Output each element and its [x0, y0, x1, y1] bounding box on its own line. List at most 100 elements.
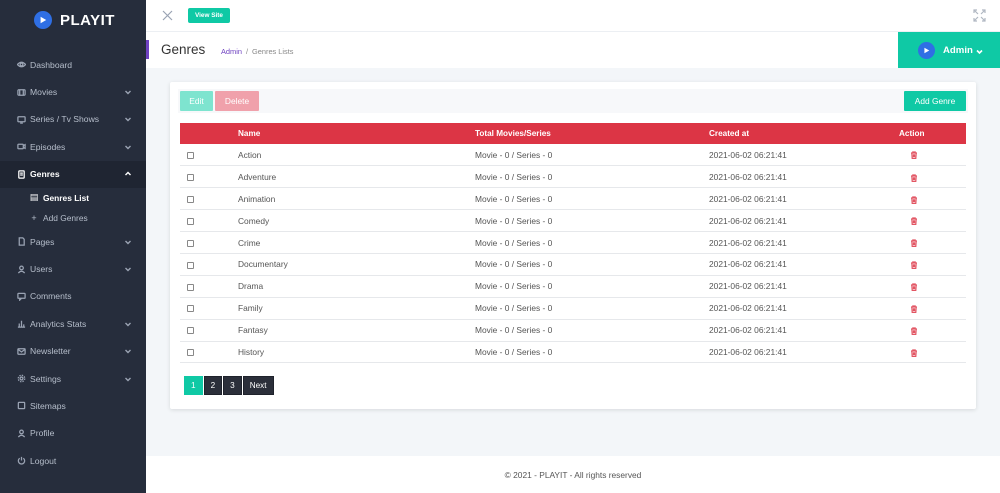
power-icon [16, 456, 26, 466]
genre-total: Movie - 0 / Series - 0 [475, 275, 709, 298]
page-2-button[interactable]: 2 [203, 376, 223, 395]
row-checkbox[interactable] [187, 151, 194, 159]
header-created-at: Created at [709, 123, 899, 144]
row-action-cell [899, 275, 966, 298]
row-action-cell [899, 187, 966, 211]
table-row: Action Movie - 0 / Series - 0 2021-06-02… [180, 144, 966, 167]
play-logo-icon [34, 11, 52, 29]
chevron-down-icon [124, 265, 132, 273]
genre-created-at: 2021-06-02 06:21:41 [709, 319, 899, 342]
fullscreen-icon[interactable] [973, 9, 986, 22]
bar-chart-icon [16, 319, 26, 329]
breadcrumb-admin-link[interactable]: Admin [221, 47, 242, 56]
sidebar-subitem-label: Genres List [43, 192, 90, 203]
genre-total: Movie - 0 / Series - 0 [475, 231, 709, 254]
sidebar-item-settings[interactable]: Settings [0, 365, 146, 392]
row-checkbox[interactable] [187, 174, 194, 182]
file-icon [16, 237, 26, 247]
close-icon[interactable] [162, 10, 173, 21]
row-action-cell [899, 253, 966, 276]
breadcrumb: Admin / Genres Lists [221, 47, 294, 56]
trash-icon[interactable] [910, 194, 918, 204]
video-icon [16, 142, 26, 152]
sidebar-item-comments[interactable]: Comments [0, 283, 146, 310]
chevron-down-icon [124, 238, 132, 246]
row-checkbox[interactable] [187, 239, 194, 247]
sidebar-subitem-add-genres[interactable]: + Add Genres [0, 208, 146, 228]
comment-icon [16, 291, 26, 301]
footer-copyright: © 2021 - PLAYIT - All rights reserved [504, 469, 642, 480]
chevron-down-icon [124, 320, 132, 328]
genres-submenu: ▤ Genres List + Add Genres [0, 187, 146, 228]
row-action-cell [899, 297, 966, 320]
row-checkbox[interactable] [187, 327, 194, 335]
genre-total: Movie - 0 / Series - 0 [475, 165, 709, 189]
add-genre-button[interactable]: Add Genre [904, 91, 966, 111]
next-page-button[interactable]: Next [242, 376, 274, 395]
brand[interactable]: PLAYIT [0, 0, 146, 40]
admin-menu-button[interactable]: Admin [898, 32, 1000, 68]
view-site-button[interactable]: View Site [188, 8, 230, 23]
breadcrumb-current: Genres Lists [252, 47, 294, 56]
table-header-row: Name Total Movies/Series Created at Acti… [180, 123, 966, 144]
sidebar-item-pages[interactable]: Pages [0, 228, 146, 255]
user-icon [16, 264, 26, 274]
row-checkbox[interactable] [187, 283, 194, 291]
sidebar-item-newsletter[interactable]: Newsletter [0, 338, 146, 365]
trash-icon[interactable] [910, 216, 918, 226]
document-icon [16, 169, 26, 179]
trash-icon[interactable] [910, 259, 918, 270]
page-3-button[interactable]: 3 [223, 376, 242, 395]
sidebar-item-sitemaps[interactable]: Sitemaps [0, 392, 146, 419]
header-action: Action [899, 123, 966, 144]
genre-created-at: 2021-06-02 06:21:41 [709, 231, 899, 254]
row-checkbox[interactable] [187, 305, 194, 313]
sidebar-item-episodes[interactable]: Episodes [0, 133, 146, 160]
row-checkbox[interactable] [187, 261, 194, 269]
sidebar-item-series[interactable]: Series / Tv Shows [0, 106, 146, 133]
edit-button[interactable]: Edit [180, 91, 213, 111]
genre-total: Movie - 0 / Series - 0 [475, 187, 709, 211]
sidebar-item-label: Profile [30, 428, 55, 439]
trash-icon[interactable] [910, 172, 918, 182]
genre-total: Movie - 0 / Series - 0 [475, 319, 709, 342]
list-icon: ▤ [29, 192, 39, 203]
sidebar-subitem-genres-list[interactable]: ▤ Genres List [0, 188, 146, 208]
eye-icon [16, 60, 26, 70]
trash-icon[interactable] [910, 281, 918, 292]
trash-icon[interactable] [910, 238, 918, 248]
delete-button[interactable]: Delete [215, 91, 259, 111]
sidebar-item-logout[interactable]: Logout [0, 447, 146, 474]
sidebar-item-dashboard[interactable]: Dashboard [0, 51, 146, 78]
sidebar-item-genres[interactable]: Genres [0, 160, 146, 188]
table-row: History Movie - 0 / Series - 0 2021-06-0… [180, 341, 966, 364]
row-select-cell [180, 165, 238, 189]
gear-icon [16, 374, 26, 384]
footer: © 2021 - PLAYIT - All rights reserved [146, 456, 1000, 493]
sidebar-item-label: Logout [30, 455, 57, 466]
sidebar-item-label: Dashboard [30, 59, 73, 70]
sidebar-item-movies[interactable]: Movies [0, 78, 146, 105]
mail-icon [16, 346, 26, 356]
trash-icon[interactable] [910, 303, 918, 314]
header-total: Total Movies/Series [475, 123, 709, 144]
sidebar-item-users[interactable]: Users [0, 255, 146, 282]
play-avatar-icon [918, 41, 935, 59]
film-icon [16, 87, 26, 97]
sidebar-item-analytics-stats[interactable]: Analytics Stats [0, 310, 146, 337]
genre-total: Movie - 0 / Series - 0 [475, 297, 709, 320]
pagination: 1 2 3 Next [184, 376, 275, 395]
chevron-down-icon [124, 143, 132, 151]
genre-created-at: 2021-06-02 06:21:41 [709, 297, 899, 320]
page-1-button[interactable]: 1 [184, 376, 203, 395]
row-checkbox[interactable] [187, 196, 194, 203]
trash-icon[interactable] [910, 347, 918, 357]
row-checkbox[interactable] [187, 217, 194, 225]
page-header: Genres Admin / Genres Lists Admin [146, 32, 1000, 68]
trash-icon[interactable] [910, 325, 918, 335]
trash-icon[interactable] [910, 150, 918, 160]
sidebar-item-profile[interactable]: Profile [0, 420, 146, 447]
row-checkbox[interactable] [187, 349, 194, 357]
genre-name: Crime [238, 231, 475, 254]
genre-created-at: 2021-06-02 06:21:41 [709, 341, 899, 364]
